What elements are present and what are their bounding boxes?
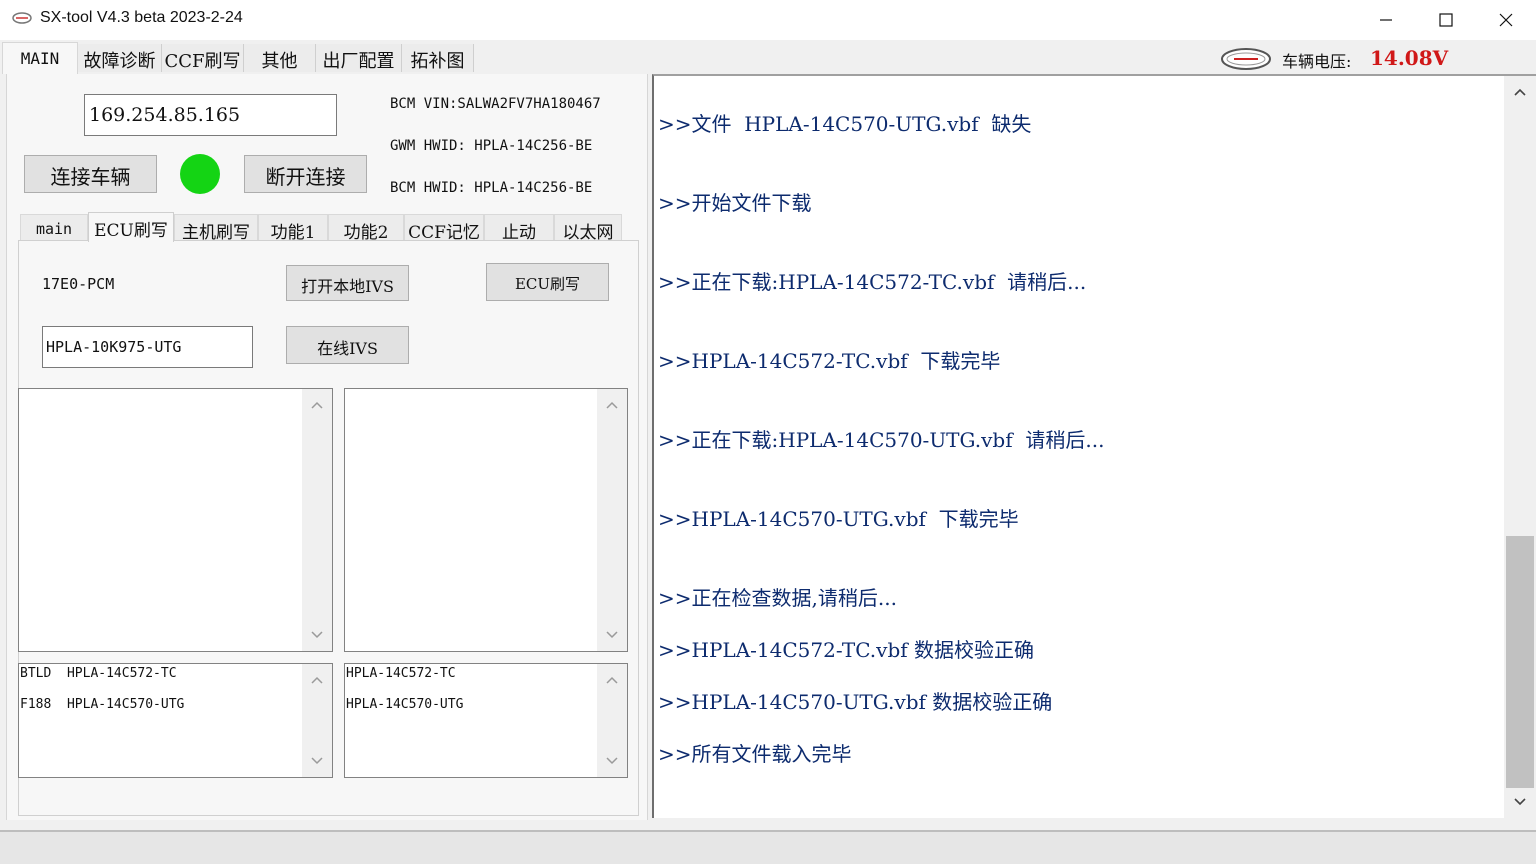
chevron-down-icon[interactable] xyxy=(308,625,326,643)
list-scrollbar[interactable] xyxy=(302,664,332,777)
subtab-main[interactable]: main xyxy=(20,214,88,240)
list-item[interactable]: HPLA-14C572-TC xyxy=(346,666,456,681)
window-title: SX-tool V4.3 beta 2023-2-24 xyxy=(40,9,243,26)
log-line: >>正在下载:HPLA-14C572-TC.vbf 请稍后... xyxy=(658,270,1087,294)
status-bar xyxy=(0,830,1536,864)
subtab-ecu-flash[interactable]: ECU刷写 xyxy=(88,212,174,242)
log-line: >>文件 HPLA-14C570-UTG.vbf 缺失 xyxy=(658,112,1032,136)
gwm-hwid-text: GWM HWID: HPLA-14C256-BE xyxy=(390,138,593,154)
log-line: >>所有文件载入完毕 xyxy=(658,742,852,766)
log-line: >>HPLA-14C570-UTG.vbf 下载完毕 xyxy=(658,507,1019,531)
minimize-button[interactable] xyxy=(1356,0,1416,40)
log-scrollbar[interactable] xyxy=(1504,76,1536,818)
close-icon xyxy=(1499,13,1513,27)
sub-tab-bar: main ECU刷写 主机刷写 功能1 功能2 CCF记忆 止动 以太网 xyxy=(20,212,640,243)
part-number-input[interactable]: HPLA-10K975-UTG xyxy=(42,326,253,368)
log-line: >>开始文件下载 xyxy=(658,191,812,215)
part-list-right[interactable]: HPLA-14C572-TC HPLA-14C570-UTG xyxy=(344,663,628,778)
ecu-module-label: 17E0-PCM xyxy=(42,275,115,293)
tab-fault-diagnosis[interactable]: 故障诊断 xyxy=(78,44,162,72)
ivs-file-list-right[interactable] xyxy=(344,388,628,652)
scrollbar-thumb[interactable] xyxy=(1506,536,1534,788)
chevron-down-icon[interactable] xyxy=(308,751,326,769)
list-scrollbar[interactable] xyxy=(302,389,332,651)
voltage-label: 车辆电压: xyxy=(1282,52,1352,71)
bcm-hwid-text: BCM HWID: HPLA-14C256-BE xyxy=(390,180,593,196)
log-output[interactable]: >>文件 HPLA-14C570-UTG.vbf 缺失 >>开始文件下载 >>正… xyxy=(652,74,1536,818)
subtab-ethernet[interactable]: 以太网 xyxy=(554,214,622,243)
chevron-down-icon[interactable] xyxy=(1511,792,1529,810)
list-item[interactable]: BTLD HPLA-14C572-TC xyxy=(20,666,177,681)
subtab-immobilizer[interactable]: 止动 xyxy=(484,214,554,243)
tab-ccf-flash[interactable]: CCF刷写 xyxy=(162,44,244,72)
subtab-function-1[interactable]: 功能1 xyxy=(258,214,328,243)
tab-other[interactable]: 其他 xyxy=(244,44,316,72)
list-item[interactable]: F188 HPLA-14C570-UTG xyxy=(20,697,184,712)
part-list-left[interactable]: BTLD HPLA-14C572-TC F188 HPLA-14C570-UTG xyxy=(18,663,333,778)
ivs-file-list-left[interactable] xyxy=(18,388,333,652)
minimize-icon xyxy=(1380,19,1392,21)
bcm-vin-text: BCM VIN:SALWA2FV7HA180467 xyxy=(390,96,601,112)
subtab-host-flash[interactable]: 主机刷写 xyxy=(174,214,258,243)
list-scrollbar[interactable] xyxy=(597,389,627,651)
disconnect-button[interactable]: 断开连接 xyxy=(244,155,367,193)
maximize-button[interactable] xyxy=(1416,0,1476,40)
online-ivs-button[interactable]: 在线IVS xyxy=(286,326,409,364)
log-line: >>正在下载:HPLA-14C570-UTG.vbf 请稍后... xyxy=(658,428,1105,452)
list-scrollbar[interactable] xyxy=(597,664,627,777)
subtab-ccf-memory[interactable]: CCF记忆 xyxy=(404,214,484,243)
connection-status-indicator xyxy=(180,154,220,194)
tab-topology[interactable]: 拓补图 xyxy=(402,44,474,72)
tab-main[interactable]: MAIN xyxy=(2,42,78,74)
log-line: >>HPLA-14C572-TC.vbf 数据校验正确 xyxy=(658,638,1035,662)
brand-logo-icon xyxy=(1221,48,1271,70)
list-item[interactable]: HPLA-14C570-UTG xyxy=(346,697,463,712)
chevron-down-icon[interactable] xyxy=(603,625,621,643)
chevron-down-icon[interactable] xyxy=(603,751,621,769)
ecu-flash-button[interactable]: ECU刷写 xyxy=(486,263,609,301)
ip-address-input[interactable]: 169.254.85.165 xyxy=(84,94,337,136)
title-bar: SX-tool V4.3 beta 2023-2-24 xyxy=(0,0,1536,40)
car-logo-icon xyxy=(12,12,32,24)
chevron-up-icon[interactable] xyxy=(603,397,621,415)
chevron-up-icon[interactable] xyxy=(308,672,326,690)
subtab-function-2[interactable]: 功能2 xyxy=(328,214,404,243)
maximize-icon xyxy=(1439,13,1453,27)
open-local-ivs-button[interactable]: 打开本地IVS xyxy=(286,265,409,301)
log-line: >>正在检查数据,请稍后... xyxy=(658,586,897,610)
log-line: >>HPLA-14C570-UTG.vbf 数据校验正确 xyxy=(658,690,1053,714)
log-line: >>HPLA-14C572-TC.vbf 下载完毕 xyxy=(658,349,1001,373)
chevron-up-icon[interactable] xyxy=(308,397,326,415)
chevron-up-icon[interactable] xyxy=(1511,84,1529,102)
voltage-value: 14.08V xyxy=(1370,46,1449,70)
connect-vehicle-button[interactable]: 连接车辆 xyxy=(24,155,157,193)
chevron-up-icon[interactable] xyxy=(603,672,621,690)
close-button[interactable] xyxy=(1476,0,1536,40)
tab-factory-config[interactable]: 出厂配置 xyxy=(316,44,402,72)
